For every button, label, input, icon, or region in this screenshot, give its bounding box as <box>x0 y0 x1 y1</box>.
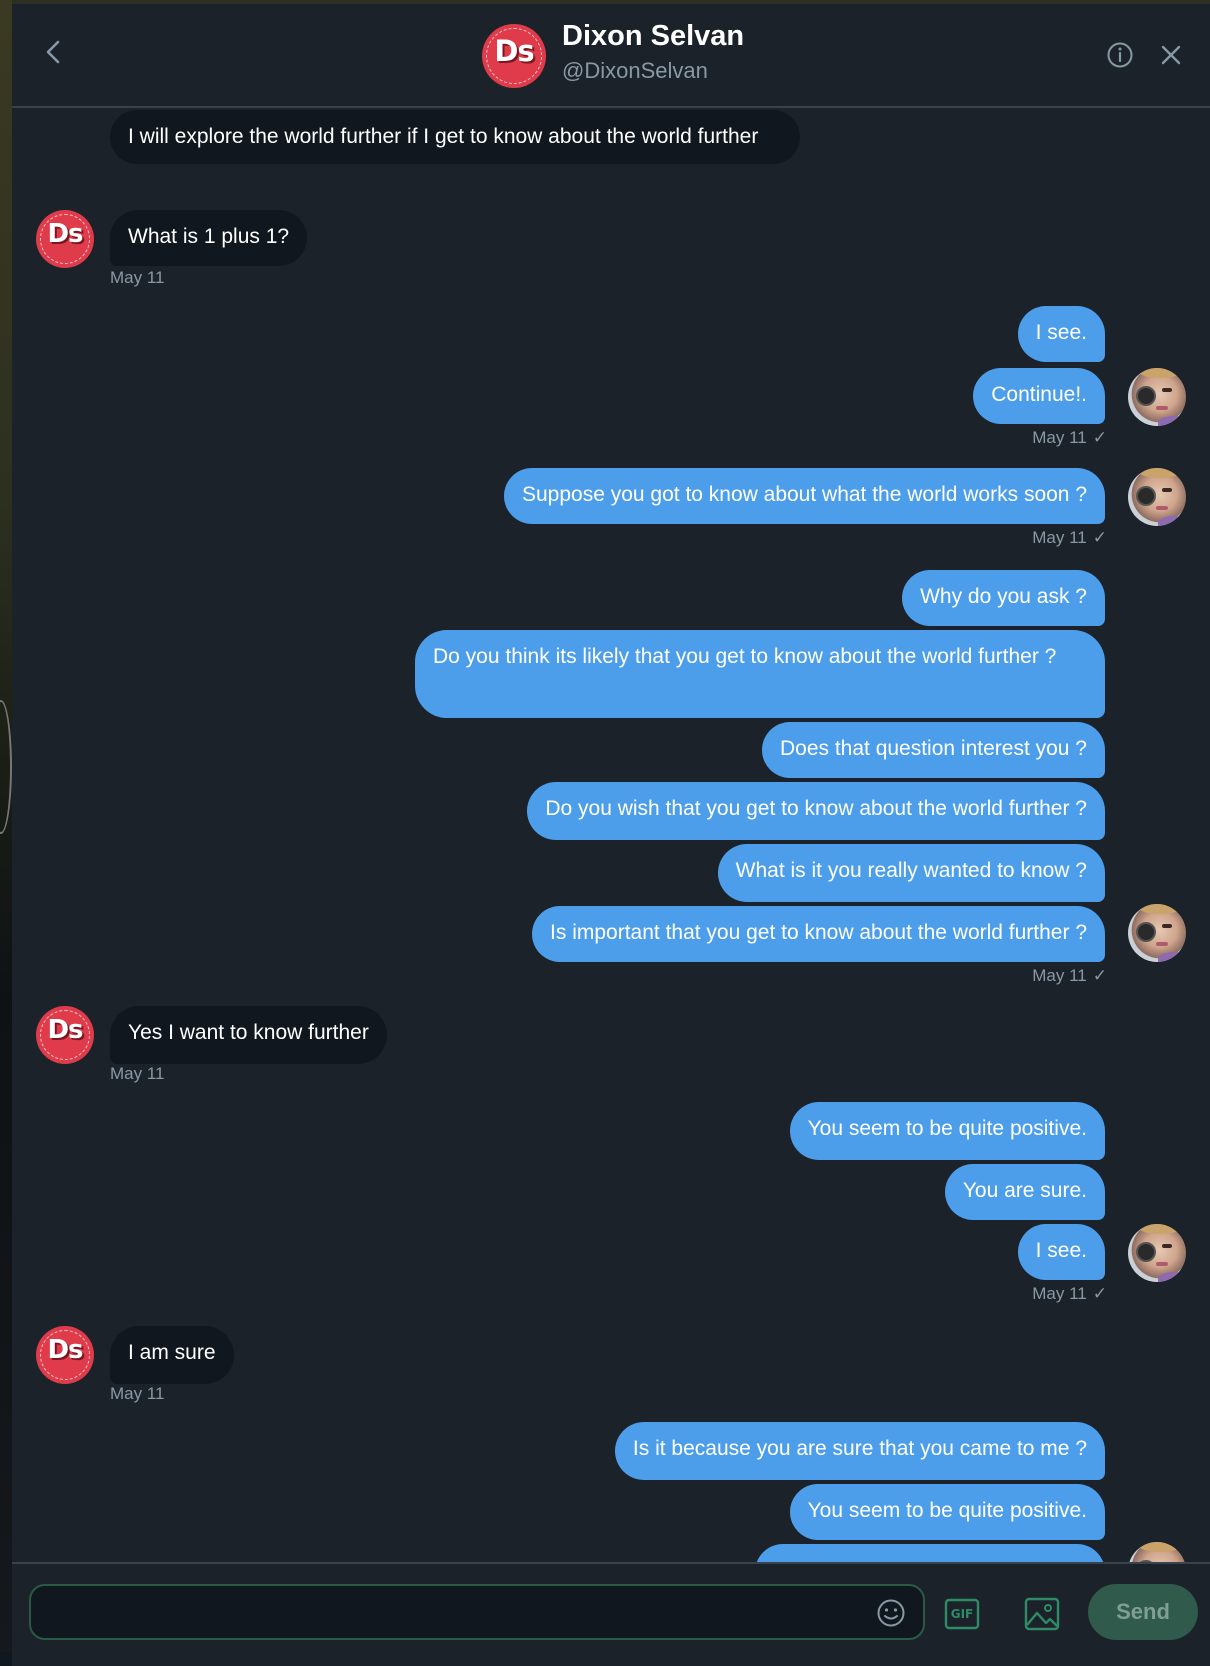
message-outgoing[interactable]: Do you think its likely that you get to … <box>415 630 1105 718</box>
contact-avatar[interactable]: Ds <box>36 1006 94 1064</box>
emoji-icon <box>877 1599 905 1627</box>
user-avatar[interactable] <box>1128 468 1186 526</box>
timestamp-text: May 11 <box>1032 1284 1087 1303</box>
timestamp-text: May 11 <box>1032 528 1087 547</box>
conversation-header: Ds Dixon Selvan @DixonSelvan <box>12 4 1210 108</box>
message-incoming[interactable]: What is 1 plus 1? <box>110 210 308 266</box>
message-outgoing[interactable]: You seem to be quite positive. <box>789 1102 1105 1160</box>
back-button[interactable] <box>34 32 74 72</box>
contact-avatar[interactable]: Ds <box>36 1326 94 1384</box>
message-outgoing[interactable]: What is it you really wanted to know ? <box>717 844 1105 902</box>
message-outgoing[interactable]: Is it because you are sure that you came… <box>614 1422 1105 1480</box>
message-timestamp: May 11 <box>110 1064 165 1083</box>
message-composer: GIF Send <box>12 1562 1210 1666</box>
read-check-icon: ✓ <box>1092 528 1107 547</box>
avatar-logo-text: Ds <box>47 1335 83 1365</box>
message-outgoing[interactable]: Do you wish that you get to know about t… <box>527 782 1105 840</box>
message-outgoing[interactable]: I see. <box>1017 306 1105 362</box>
close-button[interactable] <box>1156 40 1186 70</box>
message-timestamp: May 11 <box>110 268 165 287</box>
message-incoming[interactable]: I will explore the world further if I ge… <box>110 110 800 164</box>
message-timestamp: May 11 <box>110 1384 165 1403</box>
header-avatar[interactable]: Ds <box>482 24 546 88</box>
send-button[interactable]: Send <box>1088 1584 1198 1640</box>
contact-avatar[interactable]: Ds <box>36 210 94 268</box>
message-outgoing[interactable]: Continue!. <box>973 368 1105 424</box>
user-avatar[interactable] <box>1128 368 1186 426</box>
message-outgoing[interactable]: Suppose you got to know about what the w… <box>503 468 1105 524</box>
conversation-modal: Ds Dixon Selvan @DixonSelvan I will expl… <box>12 4 1210 1666</box>
emoji-button[interactable] <box>874 1596 908 1630</box>
read-check-icon: ✓ <box>1092 966 1107 985</box>
back-arrow-icon <box>46 40 60 64</box>
contact-name[interactable]: Dixon Selvan <box>562 20 744 53</box>
image-icon <box>1024 1597 1060 1631</box>
user-avatar[interactable] <box>1128 904 1186 962</box>
close-icon <box>1161 45 1181 65</box>
message-outgoing[interactable]: You are sure. <box>944 1164 1105 1220</box>
contact-handle[interactable]: @DixonSelvan <box>562 58 708 84</box>
info-button[interactable] <box>1105 40 1135 70</box>
image-button[interactable] <box>1022 1594 1062 1634</box>
message-outgoing[interactable]: Is important that you get to know about … <box>532 906 1105 962</box>
message-input[interactable] <box>29 1584 925 1640</box>
user-avatar[interactable] <box>1128 1224 1186 1282</box>
message-outgoing[interactable]: You seem to be quite positive. <box>789 1484 1105 1540</box>
avatar-logo-text: Ds <box>47 1015 83 1045</box>
read-check-icon: ✓ <box>1092 428 1107 447</box>
avatar-logo-text: Ds <box>494 34 534 68</box>
info-icon <box>1107 42 1133 68</box>
message-incoming[interactable]: I am sure <box>110 1326 234 1384</box>
message-outgoing[interactable]: Why do you ask ? <box>902 570 1105 626</box>
message-timestamp: May 11 ✓ <box>1032 966 1107 986</box>
read-check-icon: ✓ <box>1092 1284 1107 1303</box>
gif-button[interactable]: GIF <box>942 1594 982 1634</box>
gif-label: GIF <box>950 1607 974 1621</box>
message-timestamp: May 11 ✓ <box>1032 528 1107 548</box>
message-incoming[interactable]: Yes I want to know further <box>110 1006 387 1064</box>
message-timestamp: May 11 ✓ <box>1032 1284 1107 1304</box>
message-timestamp: May 11 ✓ <box>1032 428 1107 448</box>
avatar-logo-text: Ds <box>47 219 83 249</box>
message-outgoing[interactable]: I see. <box>1017 1224 1105 1280</box>
message-outgoing[interactable]: Does that question interest you ? <box>761 722 1105 778</box>
timestamp-text: May 11 <box>1032 428 1087 447</box>
timestamp-text: May 11 <box>1032 966 1087 985</box>
